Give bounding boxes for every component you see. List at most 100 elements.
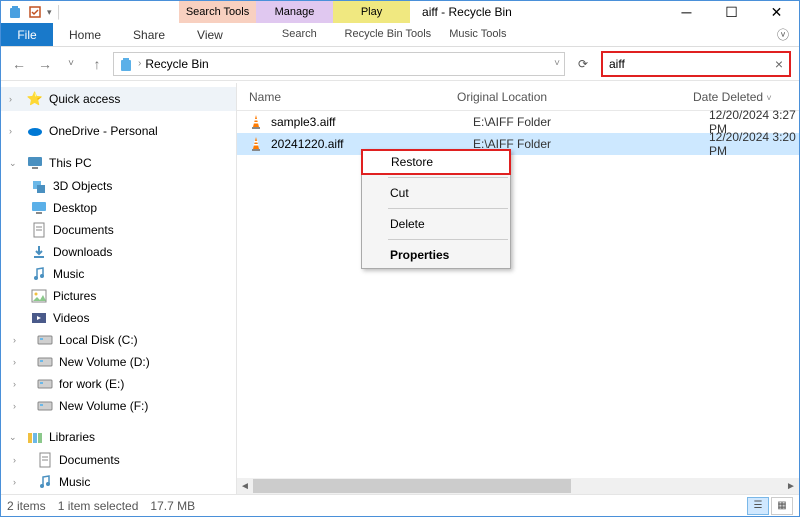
nav-item[interactable]: ›Local Disk (C:) — [1, 329, 236, 351]
nav-item-label: Desktop — [53, 201, 97, 215]
folder-icon — [31, 178, 47, 194]
context-menu-restore[interactable]: Restore — [361, 149, 511, 175]
nav-item[interactable]: ›Music — [1, 471, 236, 493]
nav-label: Libraries — [49, 430, 95, 444]
column-header-location[interactable]: Original Location — [457, 90, 693, 104]
chevron-right-icon[interactable]: › — [13, 335, 25, 345]
refresh-button[interactable]: ⟳ — [571, 57, 595, 71]
chevron-right-icon[interactable]: › — [13, 357, 25, 367]
context-menu-delete[interactable]: Delete — [362, 211, 510, 237]
vlc-file-icon — [249, 136, 265, 152]
context-menu-cut[interactable]: Cut — [362, 180, 510, 206]
menu-separator — [388, 239, 508, 240]
nav-quick-access[interactable]: › ⭐ Quick access — [1, 87, 236, 111]
tab-view[interactable]: View — [181, 23, 239, 46]
nav-item[interactable]: Downloads — [1, 241, 236, 263]
nav-item-label: New Volume (D:) — [59, 355, 150, 369]
recycle-bin-icon — [118, 56, 134, 72]
nav-item[interactable]: ›Documents — [1, 449, 236, 471]
folder-icon — [37, 332, 53, 348]
chevron-right-icon[interactable]: › — [138, 58, 141, 69]
navigation-pane[interactable]: › ⭐ Quick access › OneDrive - Personal ⌄… — [1, 83, 237, 494]
folder-icon — [37, 398, 53, 414]
clear-search-icon[interactable]: × — [775, 56, 783, 72]
tab-play[interactable]: Play — [333, 1, 410, 23]
column-headers: Name Original Location Date Deleted ˅ — [237, 83, 799, 111]
tab-home[interactable]: Home — [53, 23, 117, 46]
nav-item[interactable]: Music — [1, 263, 236, 285]
chevron-right-icon[interactable]: › — [9, 126, 21, 136]
nav-libraries[interactable]: ⌄ Libraries — [1, 425, 236, 449]
tab-file[interactable]: File — [1, 23, 53, 46]
file-row[interactable]: 20241220.aiffE:\AIFF Folder12/20/2024 3:… — [237, 133, 799, 155]
scroll-right-icon[interactable]: ► — [783, 481, 799, 492]
scrollbar-track[interactable] — [253, 479, 783, 493]
ribbon-tabs: File Home Share View Search Recycle Bin … — [1, 23, 799, 47]
thumbnails-view-button[interactable]: ▦ — [771, 497, 793, 515]
nav-item[interactable]: › New Volume (F:) — [1, 395, 236, 417]
breadcrumb-location[interactable]: Recycle Bin — [145, 57, 208, 71]
nav-item-label: Pictures — [53, 289, 96, 303]
chevron-right-icon[interactable]: › — [13, 477, 25, 487]
nav-item[interactable]: › New Volume (D:) — [1, 351, 236, 373]
menu-separator — [388, 208, 508, 209]
pc-icon — [27, 155, 43, 171]
up-button[interactable]: ↑ — [87, 54, 107, 74]
search-input[interactable]: aiff × — [601, 51, 791, 77]
address-dropdown-icon[interactable]: ˅ — [554, 58, 560, 69]
chevron-right-icon[interactable]: › — [9, 94, 21, 104]
folder-icon — [37, 376, 53, 392]
window-controls: ─ ☐ ✕ — [664, 1, 799, 23]
chevron-down-icon[interactable]: ⌄ — [9, 158, 21, 169]
horizontal-scrollbar[interactable]: ◄ ► — [237, 478, 799, 494]
maximize-button[interactable]: ☐ — [709, 1, 754, 23]
nav-item[interactable]: ›for work (E:) — [1, 373, 236, 395]
details-view-button[interactable]: ☰ — [747, 497, 769, 515]
tab-share[interactable]: Share — [117, 23, 181, 46]
nav-this-pc[interactable]: ⌄ This PC — [1, 151, 236, 175]
nav-item-label: Music — [53, 267, 84, 281]
tab-manage[interactable]: Manage — [256, 1, 333, 23]
properties-icon[interactable] — [27, 4, 43, 20]
status-item-count: 2 items — [7, 499, 46, 513]
tab-search[interactable]: Search — [261, 23, 338, 46]
tab-recycle-bin-tools[interactable]: Recycle Bin Tools — [338, 23, 438, 46]
scroll-left-icon[interactable]: ◄ — [237, 481, 253, 492]
scrollbar-thumb[interactable] — [253, 479, 571, 493]
window-title: aiff - Recycle Bin — [410, 1, 664, 23]
chevron-right-icon[interactable]: › — [13, 379, 25, 389]
address-bar[interactable]: › Recycle Bin ˅ — [113, 52, 565, 76]
context-menu-properties[interactable]: Properties — [362, 242, 510, 268]
recycle-bin-icon[interactable] — [7, 4, 23, 20]
nav-item[interactable]: Pictures — [1, 285, 236, 307]
folder-icon — [37, 452, 53, 468]
content-area: › ⭐ Quick access › OneDrive - Personal ⌄… — [1, 83, 799, 494]
recent-locations-icon[interactable]: ˅ — [61, 54, 81, 74]
nav-item[interactable]: Videos — [1, 307, 236, 329]
chevron-right-icon[interactable]: › — [13, 455, 25, 465]
title-bar: ▾ │ Search Tools Manage Play aiff - Recy… — [1, 1, 799, 23]
chevron-down-icon[interactable]: ⌄ — [9, 432, 21, 443]
nav-item[interactable]: 3D Objects — [1, 175, 236, 197]
nav-item[interactable]: Desktop — [1, 197, 236, 219]
nav-item-label: New Volume (F:) — [59, 399, 148, 413]
tab-music-tools[interactable]: Music Tools — [438, 23, 518, 46]
close-button[interactable]: ✕ — [754, 1, 799, 23]
nav-item-label: Downloads — [53, 245, 112, 259]
file-name: sample3.aiff — [271, 115, 473, 129]
column-header-date-deleted[interactable]: Date Deleted ˅ — [693, 90, 799, 104]
star-icon: ⭐ — [27, 91, 43, 107]
folder-icon — [37, 474, 53, 490]
qat-dropdown-icon[interactable]: ▾ — [47, 7, 52, 18]
forward-button[interactable]: → — [35, 54, 55, 74]
nav-onedrive[interactable]: › OneDrive - Personal — [1, 119, 236, 143]
ribbon-collapse-icon[interactable]: ⓥ — [767, 23, 799, 46]
column-header-name[interactable]: Name — [249, 90, 457, 104]
minimize-button[interactable]: ─ — [664, 1, 709, 23]
tab-search-tools[interactable]: Search Tools — [179, 1, 256, 23]
back-button[interactable]: ← — [9, 54, 29, 74]
chevron-right-icon[interactable]: › — [13, 401, 25, 411]
context-menu: Restore Cut Delete Properties — [361, 149, 511, 269]
status-selected-size: 17.7 MB — [150, 499, 195, 513]
nav-item[interactable]: Documents — [1, 219, 236, 241]
